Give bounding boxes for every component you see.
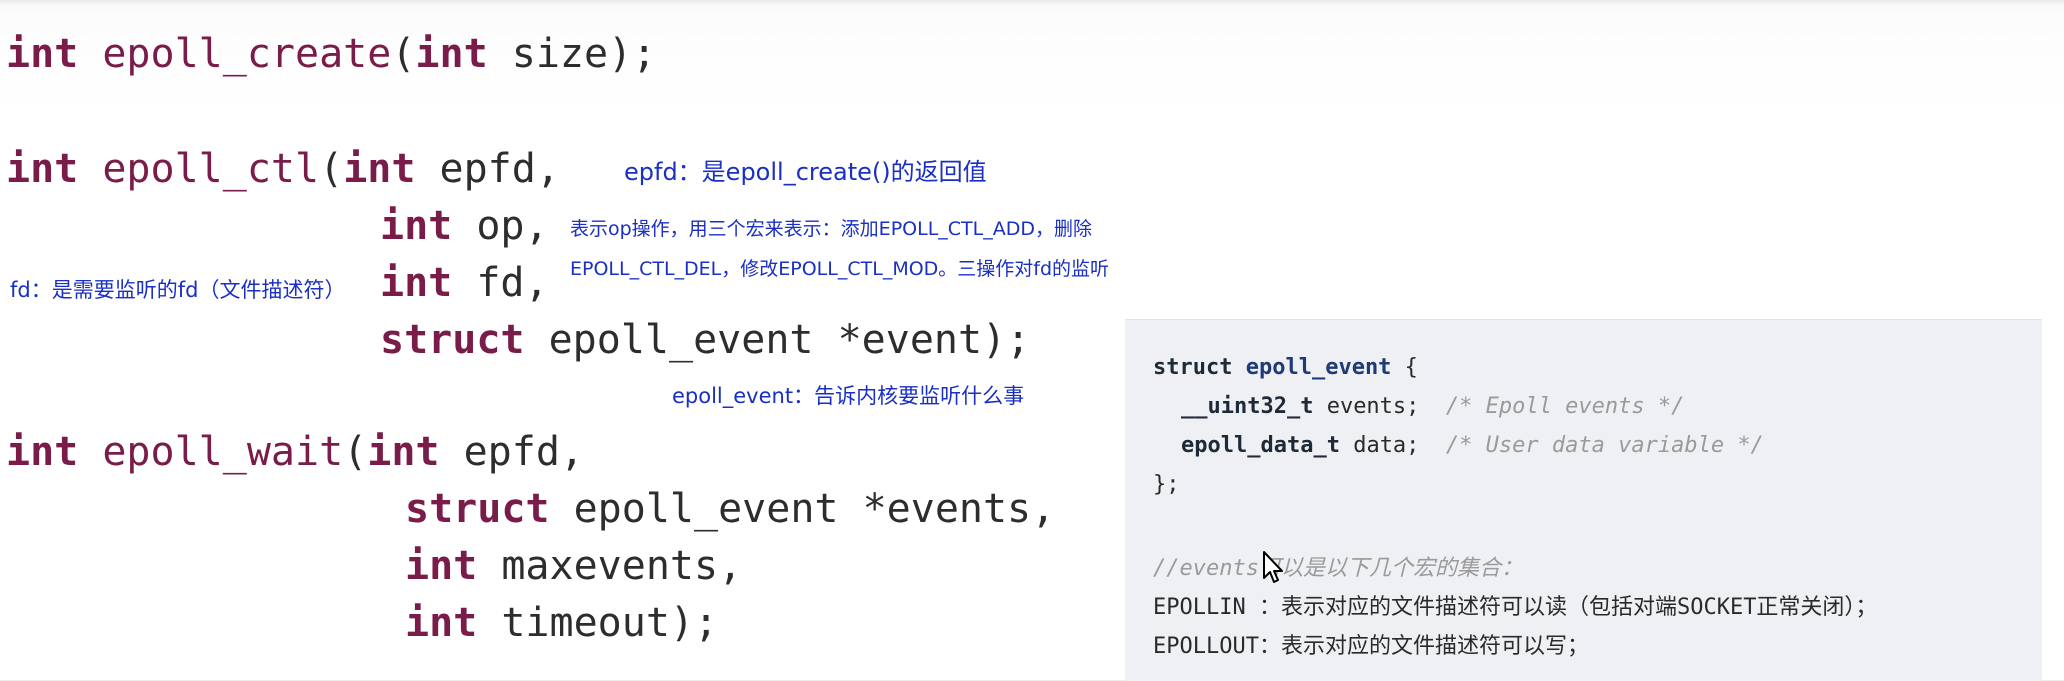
field-events-line: __uint32_t events; /* Epoll events */ <box>1181 394 1684 419</box>
note-epfd: epfd：是epoll_create()的返回值 <box>624 158 987 186</box>
function-name: epoll_wait <box>102 429 344 475</box>
param-type: struct <box>380 317 525 363</box>
epoll-create-signature: int epoll_create(int size); <box>6 30 656 78</box>
param-type: struct <box>405 486 550 532</box>
param-type: int <box>343 146 416 192</box>
field-data-line: epoll_data_t data; /* User data variable… <box>1181 433 1764 458</box>
param-name: epoll_event *events, <box>549 486 1056 532</box>
mouse-cursor-icon <box>1263 551 1283 583</box>
param-type: int <box>415 31 488 77</box>
function-name: epoll_ctl <box>102 146 320 192</box>
param-type: int <box>367 429 440 475</box>
note-op-line2: EPOLL_CTL_DEL，修改EPOLL_CTL_MOD。三操作对fd的监听 <box>570 258 1110 280</box>
note-op-line1: 表示op操作，用三个宏来表示：添加EPOLL_CTL_ADD，删除 <box>570 218 1092 240</box>
param-type: int <box>380 203 453 249</box>
epollin-line: EPOLLIN ：表示对应的文件描述符可以读（包括对端SOCKET正常关闭）； <box>1153 595 1878 620</box>
param-name: timeout); <box>477 600 719 646</box>
field-name: data; <box>1339 433 1446 458</box>
param-name: epoll_event *event); <box>524 317 1031 363</box>
param-name: op, <box>452 203 549 249</box>
param-epfd: epfd, <box>415 146 560 192</box>
return-type: int <box>6 31 79 77</box>
param-type: int <box>380 260 453 306</box>
return-type: int <box>6 429 79 475</box>
struct-code-panel: struct epoll_event { __uint32_t events; … <box>1125 319 2042 681</box>
epoll-wait-param-maxevents: int maxevents, <box>405 542 742 590</box>
param-type: int <box>405 543 478 589</box>
epoll-ctl-param-event: struct epoll_event *event); <box>380 316 1030 364</box>
field-type: epoll_data_t <box>1181 433 1340 458</box>
epoll-wait-signature: int epoll_wait(int epfd, <box>6 429 585 475</box>
field-comment: /* User data variable */ <box>1445 433 1764 458</box>
param-epfd: epfd, <box>439 429 585 475</box>
epoll-wait-param-timeout: int timeout); <box>405 599 718 647</box>
paren: ( <box>391 31 416 77</box>
struct-header-line: struct epoll_event { <box>1153 355 1418 380</box>
struct-keyword: struct <box>1153 355 1233 380</box>
field-name: events; <box>1313 394 1446 419</box>
param-name: maxevents, <box>477 543 743 589</box>
param-name: fd, <box>452 260 549 306</box>
param-type: int <box>405 600 478 646</box>
note-epoll-event: epoll_event：告诉内核要监听什么事 <box>672 384 1025 408</box>
epoll-wait-param-events: struct epoll_event *events, <box>405 485 1055 533</box>
param-rest: size); <box>487 31 657 77</box>
brace-close-line: }; <box>1153 472 1180 497</box>
brace-open: { <box>1391 355 1418 380</box>
field-type: __uint32_t <box>1181 394 1314 419</box>
note-fd: fd：是需要监听的fd（文件描述符） <box>10 278 346 302</box>
epoll-ctl-param-fd: int fd, <box>380 259 549 307</box>
field-comment: /* Epoll events */ <box>1445 394 1685 419</box>
epoll-ctl-param-op: int op, <box>380 202 549 250</box>
function-name: epoll_create <box>102 31 392 77</box>
struct-name: epoll_event <box>1245 355 1392 380</box>
epoll-ctl-signature: int epoll_ctl(int epfd, <box>6 146 560 192</box>
events-comment-line: //events可以是以下几个宏的集合： <box>1153 556 1523 581</box>
epollout-line: EPOLLOUT：表示对应的文件描述符可以写； <box>1153 634 1589 659</box>
return-type: int <box>6 146 79 192</box>
